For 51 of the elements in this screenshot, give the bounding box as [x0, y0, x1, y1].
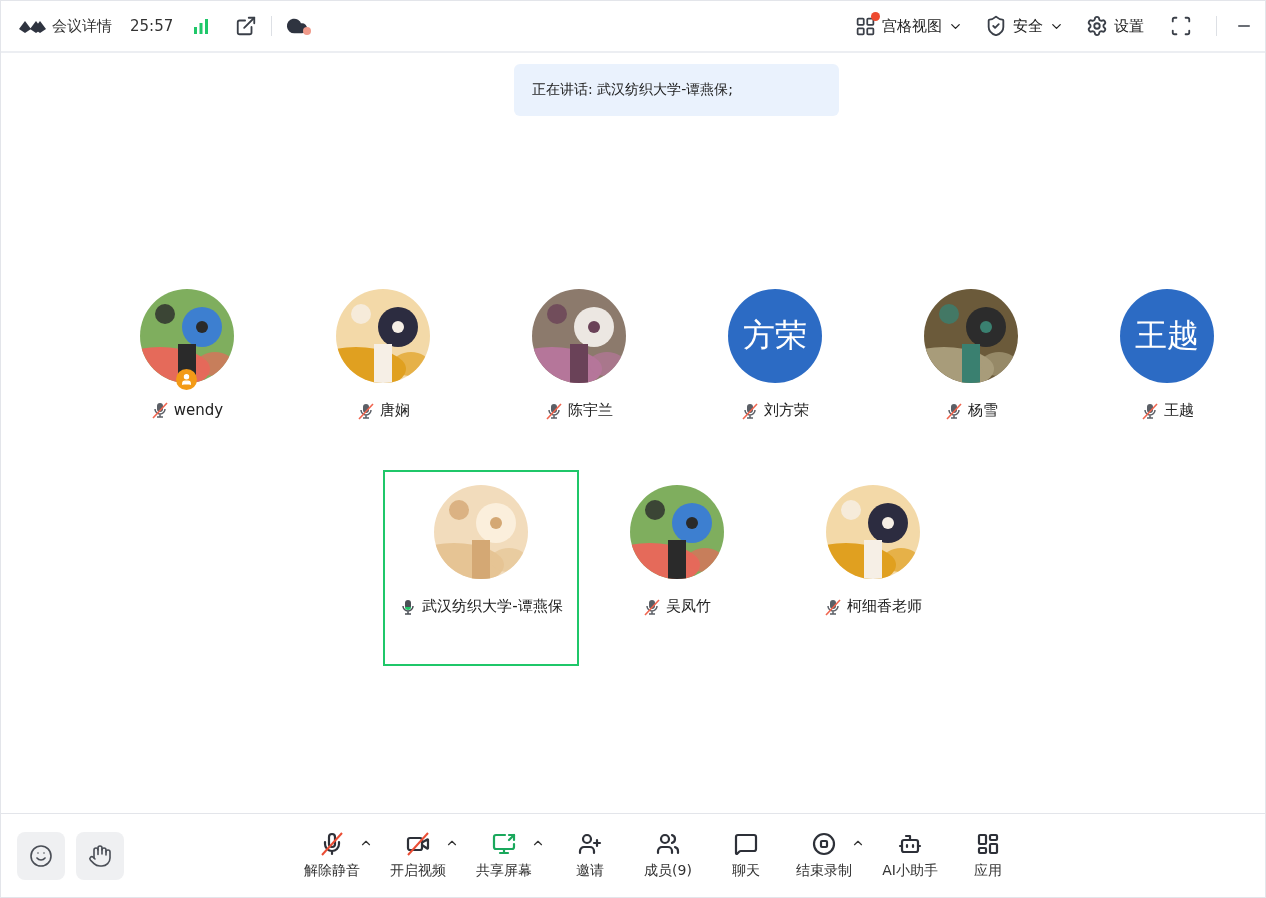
- emoji-button[interactable]: [17, 831, 65, 880]
- participant-tile[interactable]: 唐娴: [285, 274, 481, 470]
- toolbar-button[interactable]: 聊天: [713, 831, 779, 880]
- participant-name: 陈宇兰: [568, 401, 613, 420]
- meeting-duration: 25:57: [130, 17, 174, 35]
- settings-icon: [1086, 15, 1108, 37]
- toolbar-button[interactable]: 解除静音: [299, 831, 365, 880]
- apps-icon: [976, 831, 1000, 856]
- chat-icon: [734, 831, 758, 856]
- toolbar-button[interactable]: AI小助手: [877, 831, 943, 880]
- participant-tile[interactable]: 柯细香老师: [775, 470, 971, 666]
- external-link-icon[interactable]: [235, 15, 258, 37]
- participant-name: 唐娴: [379, 401, 410, 420]
- participant-name: 柯细香老师: [847, 597, 922, 616]
- signal-icon: [193, 18, 210, 34]
- participant-name: wendy: [173, 401, 224, 419]
- toolbar-button[interactable]: 应用: [955, 831, 1021, 880]
- participant-name: 吴凤竹: [666, 597, 711, 616]
- shield-icon: [985, 15, 1007, 37]
- participant-name: 武汉纺织大学-谭燕保: [422, 597, 563, 616]
- participant-name: 刘方荣: [764, 401, 809, 420]
- participant-name: 王越: [1163, 401, 1194, 420]
- security-button[interactable]: 安全: [985, 15, 1064, 37]
- participant-tile[interactable]: 武汉纺织大学-谭燕保: [383, 470, 579, 666]
- participant-name: 杨雪: [967, 401, 998, 420]
- meeting-details-link[interactable]: 会议详情: [52, 16, 112, 36]
- participant-tile[interactable]: 吴凤竹: [579, 470, 775, 666]
- raise-hand-button[interactable]: [76, 831, 124, 880]
- users-icon: [656, 831, 680, 856]
- toolbar-button[interactable]: 成员(9): [635, 831, 701, 880]
- speaking-banner: 正在讲话: 武汉纺织大学-谭燕保;: [514, 64, 839, 116]
- settings-button[interactable]: 设置: [1086, 15, 1144, 37]
- fullscreen-icon[interactable]: [1170, 15, 1192, 37]
- toolbar-button[interactable]: 邀请: [557, 831, 623, 880]
- avatar: 王越: [1120, 289, 1214, 383]
- avatar: 方荣: [728, 289, 822, 383]
- toolbar-button[interactable]: 结束录制: [791, 831, 857, 880]
- participant-tile[interactable]: 杨雪: [873, 274, 1069, 470]
- screen-share-icon: [492, 831, 516, 856]
- participant-tile[interactable]: 陈宇兰: [481, 274, 677, 470]
- participant-tile[interactable]: 方荣 刘方荣: [677, 274, 873, 470]
- logo-icon: [19, 19, 46, 33]
- grid-view-button[interactable]: 宫格视图: [855, 15, 963, 37]
- stop-icon: [812, 831, 836, 856]
- smiley-icon: [29, 843, 53, 868]
- toolbar-button[interactable]: 开启视频: [385, 831, 451, 880]
- hand-icon: [88, 843, 112, 868]
- add-user-icon: [578, 831, 602, 856]
- participant-tile[interactable]: 王越 王越: [1069, 274, 1265, 470]
- participant-tile[interactable]: wendy: [89, 274, 285, 470]
- toolbar-button[interactable]: 共享屏幕: [471, 831, 537, 880]
